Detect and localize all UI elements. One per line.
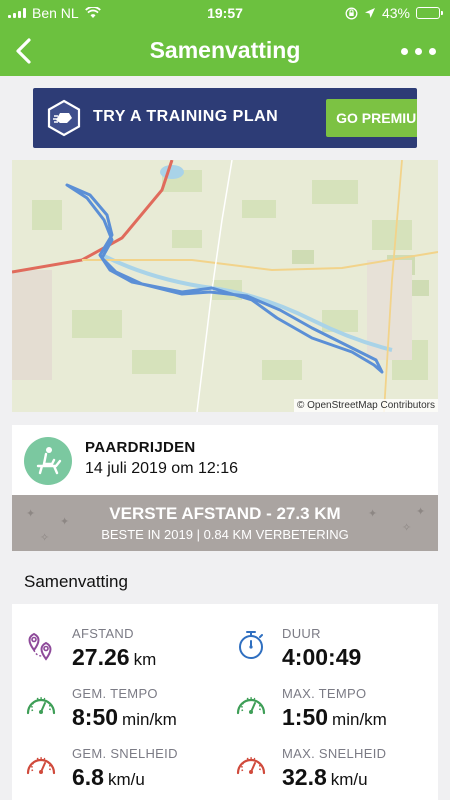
stat-label: AFSTAND bbox=[72, 626, 134, 641]
record-banner: ✦ ✦ ✧ ✦ ✧ ✦ VERSTE AFSTAND - 27.3 KM BES… bbox=[12, 495, 438, 551]
stat-label: GEM. TEMPO bbox=[72, 686, 158, 701]
stat-number: 8:50 bbox=[72, 704, 119, 730]
activity-card: PAARDRIJDEN 14 juli 2019 om 12:16 bbox=[12, 425, 438, 495]
stat-label: MAX. TEMPO bbox=[282, 686, 367, 701]
orientation-lock-icon bbox=[345, 7, 358, 19]
stat-max-speed: MAX. SNELHEID 32.8 km/u bbox=[234, 746, 434, 800]
stat-unit: km bbox=[133, 650, 157, 669]
go-premium-button[interactable]: GO PREMIUM bbox=[326, 99, 417, 137]
stats-card: AFSTAND 27.26 km DUUR 4:00:49 GEM. TEMPO … bbox=[12, 604, 438, 800]
more-dot bbox=[401, 48, 408, 55]
stat-unit: min/km bbox=[122, 710, 177, 729]
location-arrow-icon bbox=[364, 8, 375, 18]
nav-bar: Samenvatting bbox=[0, 26, 450, 76]
banner-text: TRY A TRAINING PLAN bbox=[93, 108, 279, 125]
stat-number: 32.8 bbox=[282, 764, 327, 790]
training-plan-banner[interactable]: TRY A TRAINING PLAN GO PREMIUM bbox=[33, 88, 417, 148]
stat-value: 6.8 km/u bbox=[72, 764, 145, 791]
distance-pins-icon bbox=[28, 632, 52, 661]
stat-value: 4:00:49 bbox=[282, 644, 361, 671]
status-bar: Ben NL 19:57 43% bbox=[0, 0, 450, 26]
training-shield-icon bbox=[47, 99, 81, 137]
stat-value: 8:50 min/km bbox=[72, 704, 177, 731]
map-town-west bbox=[12, 270, 52, 380]
stat-avg-speed: GEM. SNELHEID 6.8 km/u bbox=[24, 746, 224, 800]
more-dot bbox=[415, 48, 422, 55]
stat-number: 4:00:49 bbox=[282, 644, 362, 670]
stat-label: DUUR bbox=[282, 626, 321, 641]
stat-duration: DUUR 4:00:49 bbox=[234, 626, 434, 682]
pace-gauge-icon bbox=[236, 697, 266, 715]
stat-value: 27.26 km bbox=[72, 644, 156, 671]
stat-unit: min/km bbox=[332, 710, 387, 729]
stat-distance: AFSTAND 27.26 km bbox=[24, 626, 224, 682]
route-map[interactable]: © OpenStreetMap Contributors bbox=[12, 160, 438, 412]
page-title: Samenvatting bbox=[149, 37, 301, 63]
battery-icon bbox=[416, 7, 443, 19]
stat-value: 1:50 min/km bbox=[282, 704, 387, 731]
map-attribution[interactable]: © OpenStreetMap Contributors bbox=[294, 399, 438, 412]
stat-number: 1:50 bbox=[282, 704, 329, 730]
record-subtitle: BESTE IN 2019 | 0.84 KM VERBETERING bbox=[101, 527, 349, 542]
stat-unit: km/u bbox=[107, 770, 145, 789]
stat-label: MAX. SNELHEID bbox=[282, 746, 387, 761]
stat-unit: km/u bbox=[330, 770, 368, 789]
more-dot bbox=[429, 48, 436, 55]
battery-percent: 43% bbox=[381, 5, 410, 21]
stat-number: 6.8 bbox=[72, 764, 104, 790]
status-right: 43% bbox=[345, 5, 443, 21]
stat-avg-pace: GEM. TEMPO 8:50 min/km bbox=[24, 686, 224, 742]
stat-value: 32.8 km/u bbox=[282, 764, 368, 791]
stat-max-pace: MAX. TEMPO 1:50 min/km bbox=[234, 686, 434, 742]
activity-type: PAARDRIJDEN bbox=[85, 439, 196, 456]
stopwatch-icon bbox=[239, 631, 263, 659]
pace-gauge-icon bbox=[26, 697, 56, 715]
activity-date: 14 juli 2019 om 12:16 bbox=[85, 460, 238, 477]
horse-riding-icon bbox=[24, 437, 72, 485]
stat-number: 27.26 bbox=[72, 644, 130, 670]
stat-label: GEM. SNELHEID bbox=[72, 746, 178, 761]
speed-gauge-icon bbox=[236, 757, 266, 775]
record-title: VERSTE AFSTAND - 27.3 KM bbox=[109, 504, 341, 523]
more-options-button[interactable] bbox=[401, 48, 436, 55]
map-lake bbox=[160, 165, 184, 179]
speed-gauge-icon bbox=[26, 757, 56, 775]
map-canvas bbox=[12, 160, 438, 412]
summary-section-title: Samenvatting bbox=[24, 572, 128, 591]
